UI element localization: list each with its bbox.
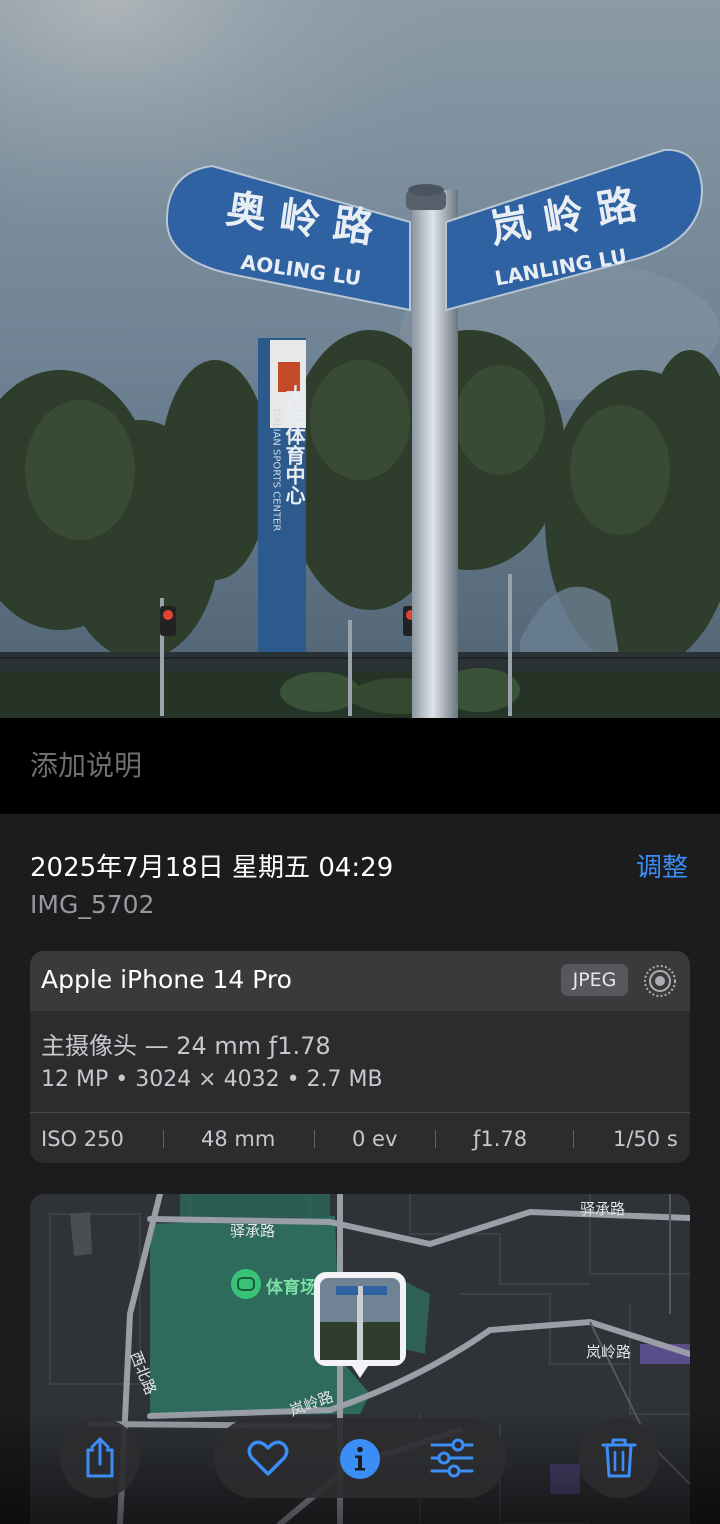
share-icon <box>86 1437 114 1478</box>
svg-text:驿承路: 驿承路 <box>230 1222 275 1240</box>
svg-text:岚岭路: 岚岭路 <box>586 1343 631 1361</box>
delete-button[interactable] <box>579 1418 659 1498</box>
caption-input[interactable]: 添加说明 <box>30 744 142 784</box>
camera-card-header: Apple iPhone 14 Pro JPEG <box>30 951 690 1011</box>
camera-info-card: Apple iPhone 14 Pro JPEG 主摄像头 — 24 mm ƒ1… <box>30 951 690 1163</box>
photo-viewer[interactable]: 大连体育中心 DALIAN SPORTS CENTER 奥 岭 路 AOLING… <box>0 0 720 718</box>
format-badge: JPEG <box>561 964 628 996</box>
svg-text:大连体育中心: 大连体育中心 <box>282 385 306 505</box>
svg-text:体育场: 体育场 <box>266 1277 317 1298</box>
exif-separator <box>573 1130 574 1148</box>
photo-filename: IMG_5702 <box>30 890 155 919</box>
adjust-button[interactable]: 调整 <box>636 847 688 884</box>
exif-separator <box>435 1130 436 1148</box>
heart-icon[interactable] <box>247 1439 289 1477</box>
lens-info: 主摄像头 — 24 mm ƒ1.78 <box>41 1032 331 1060</box>
exif-row: ISO 250 48 mm 0 ev ƒ1.78 1/50 s <box>30 1113 690 1163</box>
center-action-group <box>214 1418 506 1498</box>
share-button[interactable] <box>60 1418 140 1498</box>
device-name: Apple iPhone 14 Pro <box>41 965 292 994</box>
exif-focal-length: 48 mm <box>201 1127 276 1151</box>
exif-aperture: ƒ1.78 <box>473 1127 528 1151</box>
exif-exposure: 0 ev <box>352 1127 398 1151</box>
exif-shutter: 1/50 s <box>613 1127 678 1151</box>
caption-area[interactable]: 添加说明 <box>0 718 720 814</box>
trash-icon <box>601 1438 637 1478</box>
svg-text:DALIAN SPORTS CENTER: DALIAN SPORTS CENTER <box>271 409 282 532</box>
info-icon[interactable] <box>339 1438 381 1480</box>
live-photo-icon[interactable] <box>642 963 678 999</box>
sliders-icon[interactable] <box>430 1438 474 1478</box>
image-specs: 12 MP • 3024 × 4032 • 2.7 MB <box>41 1067 383 1092</box>
photo-datetime: 2025年7月18日 星期五 04:29 <box>30 853 394 883</box>
exif-separator <box>163 1130 164 1148</box>
exif-iso: ISO 250 <box>41 1127 124 1151</box>
photo-image: 大连体育中心 DALIAN SPORTS CENTER 奥 岭 路 AOLING… <box>0 0 720 718</box>
exif-separator <box>314 1130 315 1148</box>
svg-text:驿承路: 驿承路 <box>580 1200 625 1218</box>
